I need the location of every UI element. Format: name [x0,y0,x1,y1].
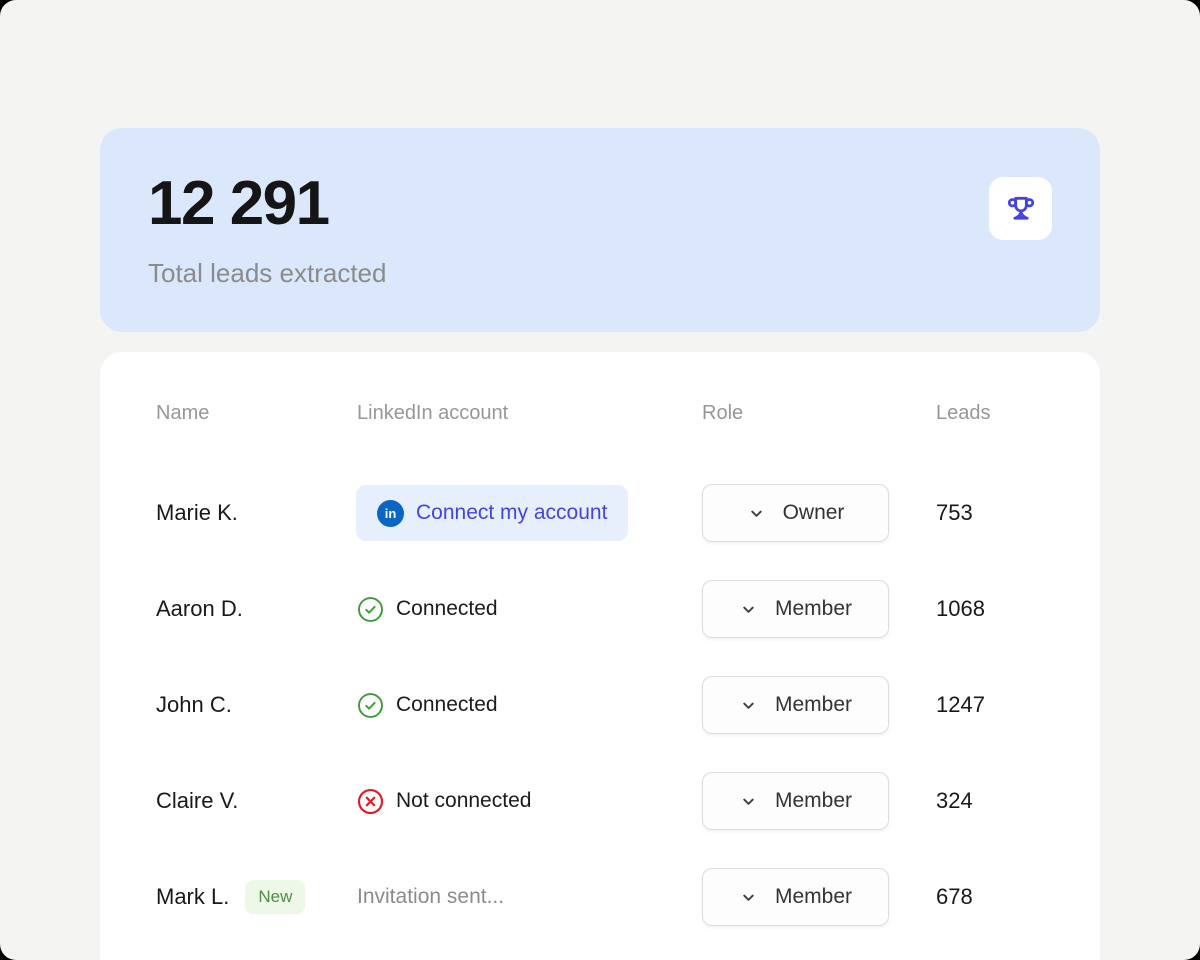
connect-account-button[interactable]: in Connect my account [356,485,628,541]
role-cell: Owner [702,484,936,542]
column-header-leads: Leads [936,402,1044,425]
name-cell: Marie K. [156,500,357,526]
linkedin-status: Invitation sent... [357,885,504,909]
team-table-card: Name LinkedIn account Role Leads Marie K… [100,352,1100,960]
table-row: John C. Connected Member 1247 [156,657,1044,753]
leads-count: 678 [936,884,1044,910]
role-dropdown[interactable]: Member [702,772,889,830]
linkedin-status: Connected [357,692,498,719]
status-label: Invitation sent... [357,885,504,909]
member-name: John C. [156,692,232,718]
table-body: Marie K. in Connect my account Owner 753… [156,465,1044,945]
table-row: Aaron D. Connected Member 1068 [156,561,1044,657]
table-header: Name LinkedIn account Role Leads [156,352,1044,425]
role-label: Member [775,693,852,717]
member-name: Marie K. [156,500,238,526]
linkedin-status: Connected [357,596,498,623]
column-header-role: Role [702,402,936,425]
role-cell: Member [702,580,936,638]
chevron-down-icon [739,888,758,907]
chevron-down-icon [739,696,758,715]
member-name: Claire V. [156,788,238,814]
role-dropdown[interactable]: Owner [702,484,889,542]
role-label: Member [775,789,852,813]
linkedin-icon: in [377,500,404,527]
total-leads-card: 12 291 Total leads extracted [100,128,1100,332]
linkedin-account-cell: Not connected [357,788,702,815]
table-row: Mark L. New Invitation sent... Member 67… [156,849,1044,945]
linkedin-status: Not connected [357,788,531,815]
trophy-icon [1005,193,1037,225]
x-circle-icon [357,788,384,815]
total-leads-value: 12 291 [148,168,329,239]
leads-count: 1247 [936,692,1044,718]
leads-count: 753 [936,500,1044,526]
chevron-down-icon [739,792,758,811]
name-cell: Claire V. [156,788,357,814]
total-leads-label: Total leads extracted [148,258,386,289]
role-label: Owner [783,501,845,525]
role-dropdown[interactable]: Member [702,868,889,926]
trophy-button[interactable] [989,177,1052,240]
member-name: Aaron D. [156,596,243,622]
member-name: Mark L. [156,884,229,910]
new-badge: New [245,880,305,914]
app-screen: 12 291 Total leads extracted Name Linked… [0,0,1200,960]
role-cell: Member [702,868,936,926]
linkedin-account-cell: Invitation sent... [357,885,702,909]
table-row: Marie K. in Connect my account Owner 753 [156,465,1044,561]
column-header-linkedin-account: LinkedIn account [357,402,702,425]
name-cell: Mark L. New [156,880,357,914]
leads-count: 324 [936,788,1044,814]
role-cell: Member [702,676,936,734]
connect-account-label: Connect my account [416,501,607,525]
name-cell: John C. [156,692,357,718]
status-label: Connected [396,693,498,717]
linkedin-account-cell: Connected [357,596,702,623]
role-cell: Member [702,772,936,830]
check-circle-icon [357,692,384,719]
leads-count: 1068 [936,596,1044,622]
role-label: Member [775,597,852,621]
check-circle-icon [357,596,384,623]
role-dropdown[interactable]: Member [702,676,889,734]
linkedin-account-cell: in Connect my account [357,485,702,541]
role-label: Member [775,885,852,909]
chevron-down-icon [739,600,758,619]
column-header-name: Name [156,402,357,425]
chevron-down-icon [747,504,766,523]
status-label: Not connected [396,789,531,813]
role-dropdown[interactable]: Member [702,580,889,638]
table-row: Claire V. Not connected Member 324 [156,753,1044,849]
status-label: Connected [396,597,498,621]
linkedin-account-cell: Connected [357,692,702,719]
name-cell: Aaron D. [156,596,357,622]
